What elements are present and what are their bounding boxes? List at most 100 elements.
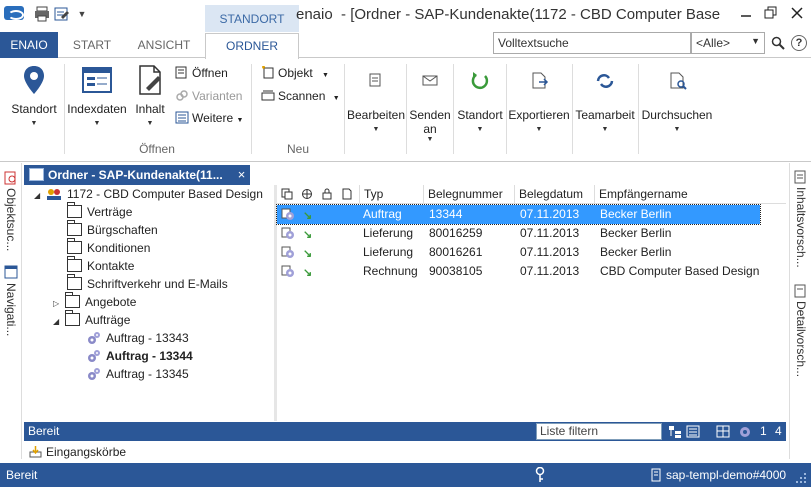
objekt-button[interactable]: Objekt ▼: [261, 66, 329, 80]
group-label-oeffnen: Öffnen: [139, 142, 175, 156]
scanner-icon: [261, 89, 275, 102]
table-row[interactable]: ↘ Rechnung 90038105 07.11.2013 CBD Compu…: [277, 262, 760, 281]
caret-icon: ▼: [30, 120, 38, 127]
resize-grip-icon[interactable]: [795, 472, 807, 484]
navigation-icon: [4, 265, 18, 279]
lock-column-icon[interactable]: [321, 188, 333, 200]
group-separator: [344, 64, 345, 154]
column-header-empfaengername[interactable]: Empfängername: [594, 185, 760, 204]
table-row[interactable]: ↘ Lieferung 80016261 07.11.2013 Becker B…: [277, 243, 760, 262]
document-gear-icon: [281, 246, 295, 259]
tree-item-vertraege[interactable]: Verträge: [67, 202, 132, 221]
minimize-button[interactable]: [735, 2, 757, 24]
inbox-bar[interactable]: Eingangskörbe: [24, 443, 786, 461]
list-view-icon[interactable]: [686, 425, 700, 438]
doc-type-column-icon[interactable]: [281, 188, 293, 200]
caret-icon: ▼: [372, 126, 380, 133]
varianten-button[interactable]: Varianten: [175, 89, 242, 103]
table-row-selected[interactable]: ↘ Auftrag 13344 07.11.2013 Becker Berlin: [276, 204, 761, 225]
server-connection: sap-templ-demo#4000: [666, 468, 787, 482]
standort-left-button[interactable]: Standort ▼: [8, 62, 60, 127]
qa-dropdown-icon[interactable]: ▼: [74, 6, 90, 22]
server-icon: [650, 468, 662, 482]
panel-title[interactable]: Ordner - SAP-Kundenakte(11...: [24, 165, 250, 185]
edit-doc-icon[interactable]: [54, 6, 70, 22]
side-tab-detail-preview[interactable]: Detailvorsch...: [794, 301, 808, 377]
tree-item-angebote[interactable]: ▷ Angebote: [53, 292, 136, 311]
folder-icon: [67, 274, 82, 290]
group-separator: [406, 64, 407, 154]
document-gear-icon: [281, 227, 295, 240]
table-row[interactable]: ↘ Lieferung 80016259 07.11.2013 Becker B…: [277, 224, 760, 243]
scannen-button[interactable]: Scannen ▼: [261, 89, 340, 103]
link-column-icon[interactable]: [301, 188, 313, 200]
search-scope-select[interactable]: <Alle> ▼: [691, 32, 765, 54]
collapse-icon[interactable]: ◢: [34, 187, 46, 205]
folder-icon: [67, 238, 82, 254]
tree-root[interactable]: ◢ 1172 - CBD Computer Based Design: [34, 185, 263, 203]
list-filter-input[interactable]: Liste filtern: [536, 423, 662, 440]
collapse-icon[interactable]: ◢: [53, 313, 65, 331]
key-icon: [534, 466, 546, 483]
folder-icon: [67, 220, 82, 236]
tree-item-buergschaften[interactable]: Bürgschaften: [67, 220, 158, 239]
senden-an-button[interactable]: Senden an ▼: [408, 66, 452, 143]
open-icon: [175, 66, 189, 79]
grid-view-icon[interactable]: [716, 425, 730, 438]
caret-icon: ▼: [535, 126, 543, 133]
durchsuchen-button[interactable]: Durchsuchen ▼: [640, 66, 714, 133]
tree-view-icon[interactable]: [668, 425, 682, 438]
window-title: enaio - [Ordner - SAP-Kundenakte(1172 - …: [296, 6, 721, 23]
status-text: Bereit: [6, 468, 38, 482]
tree-item-konditionen[interactable]: Konditionen: [67, 238, 150, 257]
tree-document[interactable]: Auftrag - 13343: [87, 329, 189, 347]
close-button[interactable]: [786, 2, 808, 24]
tree-item-schriftverkehr[interactable]: Schriftverkehr und E-Mails: [67, 274, 228, 293]
column-header-typ[interactable]: Typ: [359, 185, 423, 204]
side-tab-object-search[interactable]: Objektsuc...: [4, 188, 18, 251]
index-data-icon: [81, 64, 113, 98]
folder-icon: [67, 256, 82, 272]
context-tab-header: STANDORT: [205, 5, 299, 33]
tab-ansicht[interactable]: ANSICHT: [128, 32, 200, 58]
group-separator: [453, 64, 454, 154]
restore-button[interactable]: [760, 2, 782, 24]
tree-document-selected[interactable]: Auftrag - 13344: [87, 347, 193, 365]
app-logo-icon: [4, 6, 24, 20]
teamarbeit-button[interactable]: Teamarbeit ▼: [574, 66, 636, 133]
caret-icon: ▼: [322, 72, 329, 79]
file-column-icon[interactable]: [341, 188, 353, 200]
caret-icon: ▼: [332, 95, 340, 102]
side-tab-navigation[interactable]: Navigati...: [4, 283, 18, 336]
group-separator: [638, 64, 639, 154]
oeffnen-button[interactable]: Öffnen: [175, 66, 228, 80]
folder-icon: [65, 292, 80, 308]
folder-window-icon: [29, 168, 44, 181]
help-icon[interactable]: ?: [791, 35, 807, 51]
tab-ordner[interactable]: ORDNER: [205, 33, 299, 59]
content-doc-icon: [134, 64, 166, 98]
tab-enaio[interactable]: ENAIO: [0, 32, 58, 58]
more-icon: [175, 111, 189, 124]
tree-item-auftraege[interactable]: ◢ Aufträge: [53, 310, 130, 331]
column-header-belegdatum[interactable]: Belegdatum: [514, 185, 594, 204]
standort-button[interactable]: Standort ▼: [455, 66, 505, 133]
panel-close-icon[interactable]: ×: [233, 165, 250, 185]
print-icon[interactable]: [34, 6, 50, 22]
tree-item-kontakte[interactable]: Kontakte: [67, 256, 134, 275]
document-gear-icon: [281, 208, 295, 221]
export-icon: [523, 68, 555, 104]
exportieren-button[interactable]: Exportieren ▼: [508, 66, 570, 133]
inhalt-button[interactable]: Inhalt ▼: [130, 62, 170, 127]
search-icon[interactable]: [771, 36, 785, 50]
tree-document[interactable]: Auftrag - 13345: [87, 365, 189, 383]
selected-count: 1: [760, 424, 767, 438]
tab-start[interactable]: START: [64, 32, 120, 58]
total-count: 4: [775, 424, 782, 438]
column-header-belegnummer[interactable]: Belegnummer: [423, 185, 514, 204]
side-tab-content-preview[interactable]: Inhaltsvorsch...: [794, 187, 808, 268]
weitere-button[interactable]: Weitere ▼: [175, 111, 243, 125]
bearbeiten-button[interactable]: Bearbeiten ▼: [346, 66, 406, 133]
fulltext-search-input[interactable]: Volltextsuche: [493, 32, 691, 54]
indexdaten-button[interactable]: Indexdaten ▼: [66, 62, 128, 127]
